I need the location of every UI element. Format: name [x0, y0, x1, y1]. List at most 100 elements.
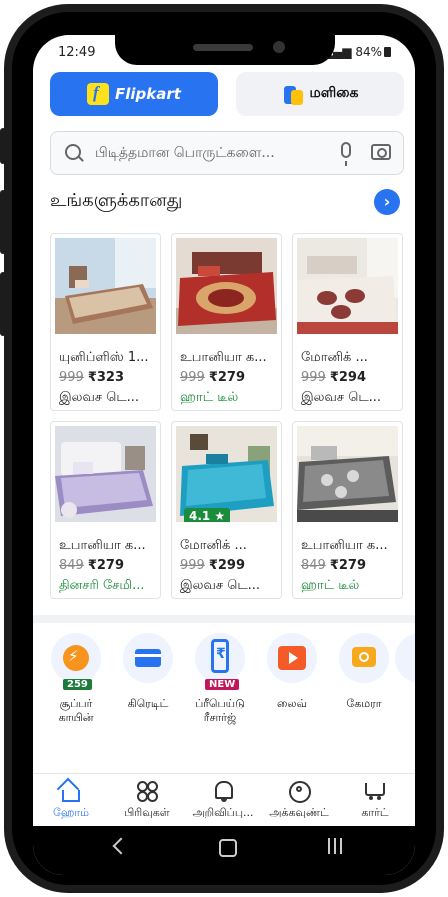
quick-link-supercoin[interactable]: 259 சூப்பர் காயின் — [41, 633, 111, 725]
product-card[interactable]: உபானியா க... 849 ₹279 தினசரி சேமி... — [50, 421, 161, 599]
product-card[interactable]: மோனிக் ... 999 ₹294 இலவச டெ... — [292, 233, 403, 411]
app-screen: 12:49 ▂▄▆ 84% Flipkart மளிகை பிடித்தமான … — [33, 35, 415, 875]
old-price: 999 — [301, 370, 326, 385]
quick-link-label: சூப்பர் காயின் — [58, 697, 94, 724]
section-arrow-button[interactable]: › — [374, 189, 400, 215]
chevron-right-icon: › — [383, 192, 391, 211]
product-tag: இலவச டெ... — [301, 390, 382, 405]
quick-link-recharge[interactable]: NEW ப்ரீபெய்டு ரீசார்ஜ் — [185, 633, 255, 725]
recents-icon[interactable] — [328, 838, 344, 854]
bottom-nav: ஹோம் பிரிவுகள் அறிவிப்பு... அக்கவுண்ட் க… — [33, 773, 415, 826]
product-tag: ஹாட் டீல் — [180, 390, 239, 405]
front-camera-icon — [273, 41, 285, 53]
product-card[interactable]: 4.1 ★ மோனிக் ... 999 ₹299 இலவச டெ... — [171, 421, 282, 599]
current-price: ₹294 — [329, 370, 367, 385]
product-image — [297, 426, 398, 522]
product-name: உபானியா க... — [301, 538, 388, 553]
nav-home[interactable]: ஹோம் — [33, 780, 109, 821]
credit-card-icon — [135, 649, 161, 667]
nav-label: ஹோம் — [53, 806, 89, 819]
side-button — [0, 128, 6, 164]
quick-link-label: கிரெடிட் — [127, 697, 169, 710]
mic-icon[interactable] — [341, 142, 351, 166]
product-name: உபானியா க... — [180, 350, 267, 365]
status-time: 12:49 — [58, 45, 96, 60]
product-name: உபானியா க... — [59, 538, 146, 553]
back-icon[interactable] — [112, 837, 130, 855]
search-bar[interactable]: பிடித்தமான பொருட்களை... — [50, 131, 404, 175]
section-divider — [33, 615, 415, 623]
nav-account[interactable]: அக்கவுண்ட் — [261, 780, 337, 821]
flipkart-logo-icon — [87, 83, 110, 105]
nav-categories[interactable]: பிரிவுகள் — [109, 780, 185, 821]
cart-icon — [364, 780, 386, 802]
product-price: 999 ₹294 — [301, 370, 366, 385]
old-price: 999 — [180, 558, 205, 573]
home-icon — [60, 780, 82, 802]
quick-link-partial[interactable] — [395, 633, 415, 683]
quick-link-label: கேமரா — [346, 697, 382, 710]
product-image — [55, 426, 156, 522]
nav-cart[interactable]: கார்ட் — [337, 780, 413, 821]
bell-icon — [212, 780, 234, 802]
product-price: 999 ₹323 — [59, 370, 124, 385]
current-price: ₹323 — [87, 370, 125, 385]
current-price: ₹299 — [208, 558, 246, 573]
tab-grocery[interactable]: மளிகை — [236, 72, 404, 116]
product-tag: ஹாட் டீல் — [301, 578, 360, 593]
search-input[interactable]: பிடித்தமான பொருட்களை... — [95, 145, 275, 163]
product-tag: இலவச டெ... — [59, 390, 140, 405]
product-card[interactable]: யுனிப்ளிஸ் 1... 999 ₹323 இலவச டெ... — [50, 233, 161, 411]
product-image — [55, 238, 156, 334]
product-tag: தினசரி சேமி... — [59, 578, 145, 593]
product-tag: இலவச டெ... — [180, 578, 261, 593]
nav-label: அக்கவுண்ட் — [269, 806, 329, 819]
quick-link-camera[interactable]: கேமரா — [329, 633, 399, 711]
camera-icon — [352, 647, 376, 667]
current-price: ₹279 — [87, 558, 125, 573]
product-image — [176, 238, 277, 334]
search-icon — [65, 144, 81, 160]
supercoin-icon — [63, 645, 89, 671]
tab-flipkart[interactable]: Flipkart — [50, 72, 218, 116]
product-name: மோனிக் ... — [180, 538, 247, 553]
section-title: உங்களுக்கானது — [50, 190, 183, 211]
supercoin-badge: 259 — [63, 679, 92, 690]
rating-badge: 4.1 ★ — [184, 508, 231, 522]
system-nav-bar — [33, 826, 415, 875]
product-name: யுனிப்ளிஸ் 1... — [59, 350, 149, 365]
play-icon — [278, 646, 306, 670]
current-price: ₹279 — [329, 558, 367, 573]
old-price: 999 — [180, 370, 205, 385]
product-card[interactable]: உபானியா க... 849 ₹279 ஹாட் டீல் — [292, 421, 403, 599]
product-price: 849 ₹279 — [301, 558, 366, 573]
recharge-icon — [211, 639, 229, 673]
battery-icon — [384, 47, 391, 57]
home-button-icon[interactable] — [219, 839, 237, 857]
old-price: 849 — [301, 558, 326, 573]
quick-links-row: 259 சூப்பர் காயின் கிரெடிட் NEW ப்ரீபெய்… — [33, 633, 415, 743]
old-price: 999 — [59, 370, 84, 385]
side-button — [0, 272, 6, 336]
product-price: 999 ₹299 — [180, 558, 245, 573]
product-price: 849 ₹279 — [59, 558, 124, 573]
nav-label: கார்ட் — [361, 806, 389, 819]
quick-link-live[interactable]: லைவ் — [257, 633, 327, 711]
camera-search-icon[interactable] — [371, 144, 391, 160]
product-card[interactable]: உபானியா க... 999 ₹279 ஹாட் டீல் — [171, 233, 282, 411]
current-price: ₹279 — [208, 370, 246, 385]
nav-label: அறிவிப்பு... — [192, 806, 254, 819]
product-image: 4.1 ★ — [176, 426, 277, 522]
battery-level: 84% — [355, 45, 382, 59]
tab-flipkart-label: Flipkart — [115, 85, 181, 103]
product-name: மோனிக் ... — [301, 350, 368, 365]
quick-link-label: லைவ் — [276, 697, 308, 710]
nav-notifications[interactable]: அறிவிப்பு... — [185, 780, 261, 821]
side-button — [0, 190, 6, 254]
grocery-bag-icon — [282, 82, 304, 106]
tab-grocery-label: மளிகை — [309, 85, 359, 101]
quick-link-credit[interactable]: கிரெடிட் — [113, 633, 183, 711]
account-icon — [288, 780, 311, 803]
product-image — [297, 238, 398, 334]
product-price: 999 ₹279 — [180, 370, 245, 385]
